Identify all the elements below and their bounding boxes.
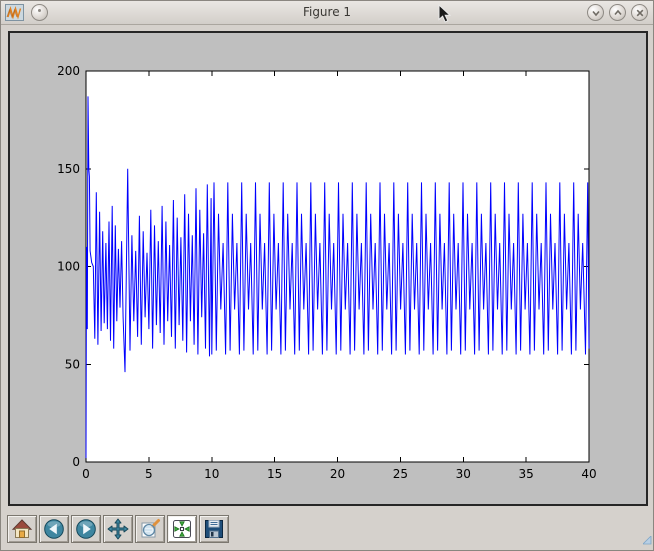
figure-window: Figure 1 051015202530354005010015020 xyxy=(0,0,654,551)
plot-area[interactable]: 0 5 10 15 20 25 30 35 40 0 50 100 150 200 xyxy=(10,33,646,504)
y-tick-label: 0 xyxy=(72,455,80,469)
maximize-button[interactable] xyxy=(609,4,626,21)
y-tick-label: 50 xyxy=(65,357,80,371)
home-button[interactable] xyxy=(7,515,37,543)
y-tick-label: 100 xyxy=(57,260,80,274)
zoom-to-rect-icon xyxy=(139,518,161,540)
x-tick-label: 30 xyxy=(456,467,471,481)
y-tick-label: 200 xyxy=(57,64,80,78)
navigation-toolbar xyxy=(1,507,653,550)
figure-canvas[interactable]: 0 5 10 15 20 25 30 35 40 0 50 100 150 200 xyxy=(8,31,648,506)
back-arrow-icon xyxy=(43,518,65,540)
zoom-button[interactable] xyxy=(135,515,165,543)
x-tick-label: 10 xyxy=(204,467,219,481)
x-tick-label: 25 xyxy=(393,467,408,481)
forward-arrow-icon xyxy=(75,518,97,540)
save-button[interactable] xyxy=(199,515,229,543)
back-button[interactable] xyxy=(39,515,69,543)
configure-subplots-icon xyxy=(171,518,193,540)
pan-arrows-icon xyxy=(107,518,129,540)
close-button[interactable] xyxy=(631,4,648,21)
close-icon xyxy=(633,6,647,20)
chevron-down-icon xyxy=(589,6,603,20)
y-tick-label: 150 xyxy=(57,162,80,176)
x-tick-label: 0 xyxy=(82,467,90,481)
shade-button[interactable] xyxy=(587,4,604,21)
save-floppy-icon xyxy=(203,518,225,540)
x-tick-label: 35 xyxy=(518,467,533,481)
forward-button[interactable] xyxy=(71,515,101,543)
chevron-up-icon xyxy=(611,6,625,20)
x-tick-label: 40 xyxy=(581,467,596,481)
titlebar[interactable]: Figure 1 xyxy=(1,1,653,25)
pan-button[interactable] xyxy=(103,515,133,543)
resize-grip[interactable] xyxy=(643,530,652,549)
subplots-button[interactable] xyxy=(167,515,197,543)
home-icon xyxy=(11,518,33,540)
x-tick-label: 15 xyxy=(267,467,282,481)
x-tick-label: 5 xyxy=(145,467,153,481)
x-tick-label: 20 xyxy=(330,467,345,481)
window-title: Figure 1 xyxy=(1,5,653,19)
